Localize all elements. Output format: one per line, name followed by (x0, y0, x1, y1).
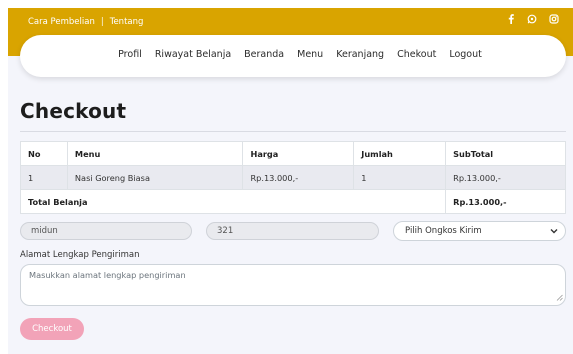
resize-grip-icon[interactable] (556, 293, 563, 303)
name-input[interactable]: midun (20, 222, 192, 240)
nav-item-profil[interactable]: Profil (118, 49, 142, 60)
instagram-icon[interactable] (549, 14, 559, 24)
whatsapp-icon[interactable] (527, 14, 537, 24)
nav-item-logout[interactable]: Logout (449, 49, 482, 60)
cell-harga: Rp.13.000,- (242, 165, 355, 190)
address-label: Alamat Lengkap Pengiriman (20, 250, 140, 260)
checkout-table: No Menu Harga Jumlah SubTotal 1 Nasi Gor… (19, 141, 566, 214)
checkout-button[interactable]: Checkout (20, 318, 84, 340)
shipping-select-value: Pilih Ongkos Kirim (405, 226, 482, 236)
cell-menu: Nasi Goreng Biasa (66, 165, 244, 190)
top-link-cara-pembelian[interactable]: Cara Pembelian (28, 17, 95, 27)
nav-item-chekout[interactable]: Chekout (397, 49, 436, 60)
total-label: Total Belanja (19, 189, 447, 214)
social-links (507, 14, 559, 24)
cell-subtotal: Rp.13.000,- (445, 165, 566, 190)
nav-item-menu[interactable]: Menu (297, 49, 323, 60)
col-header-jumlah: Jumlah (353, 141, 447, 166)
total-value: Rp.13.000,- (445, 189, 566, 214)
address-placeholder: Masukkan alamat lengkap pengiriman (29, 270, 186, 280)
col-header-subtotal: SubTotal (445, 141, 566, 166)
address-textarea[interactable]: Masukkan alamat lengkap pengiriman (20, 264, 566, 306)
top-link-separator: | (100, 17, 104, 27)
nav-item-keranjang[interactable]: Keranjang (336, 49, 384, 60)
nav-item-beranda[interactable]: Beranda (244, 49, 284, 60)
facebook-icon[interactable] (507, 14, 515, 24)
page-title: Checkout (20, 99, 127, 123)
main-navbar: Profil Riwayat Belanja Beranda Menu Kera… (20, 35, 566, 77)
cell-jumlah: 1 (353, 165, 447, 190)
table-header-row: No Menu Harga Jumlah SubTotal (20, 141, 566, 166)
col-header-no: No (20, 141, 68, 166)
total-row: Total Belanja Rp.13.000,- (19, 189, 566, 214)
cell-no: 1 (20, 165, 68, 190)
nav-item-riwayat-belanja[interactable]: Riwayat Belanja (155, 49, 231, 60)
top-link-tentang[interactable]: Tentang (110, 17, 144, 27)
col-header-menu: Menu (66, 141, 244, 166)
col-header-harga: Harga (242, 141, 355, 166)
chevron-down-icon (549, 226, 559, 240)
phone-input[interactable]: 321 (206, 222, 379, 240)
table-row: 1 Nasi Goreng Biasa Rp.13.000,- 1 Rp.13.… (20, 165, 566, 190)
shipping-select[interactable]: Pilih Ongkos Kirim (393, 221, 566, 241)
top-links: Cara Pembelian | Tentang (28, 17, 143, 27)
title-divider (20, 131, 566, 132)
